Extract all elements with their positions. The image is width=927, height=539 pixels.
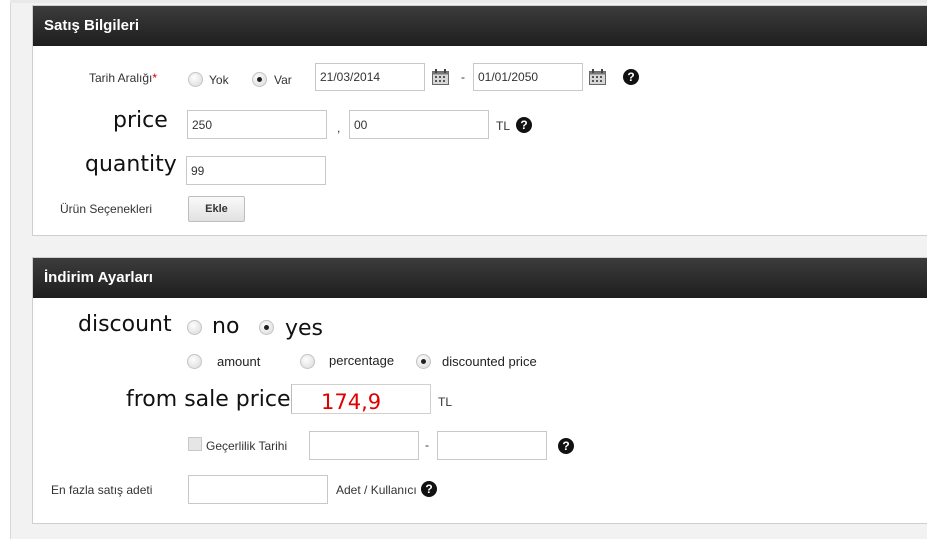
date-range-yes-label: Var [274, 73, 292, 87]
required-mark: * [152, 71, 158, 85]
price-currency: TL [496, 119, 511, 133]
product-options-label: Ürün Seçenekleri [60, 202, 153, 216]
max-sales-label: En fazla satış adeti [51, 483, 153, 497]
price-label: price [113, 108, 168, 133]
type-amount-label: amount [217, 354, 261, 369]
discount-yes-label: yes [285, 316, 324, 341]
type-percentage-radio[interactable] [300, 354, 315, 369]
type-discounted-price-label: discounted price [442, 354, 537, 369]
price-integer-input[interactable]: 250 [187, 110, 327, 139]
help-icon[interactable]: ? [516, 117, 532, 133]
calendar-icon[interactable] [589, 69, 606, 85]
date-range-no-label: Yok [209, 73, 229, 87]
validity-separator: - [425, 438, 429, 452]
add-option-button[interactable]: Ekle [188, 196, 245, 222]
max-sales-input[interactable] [188, 475, 328, 504]
discount-no-radio[interactable] [187, 320, 202, 335]
end-date-input[interactable]: 01/01/2050 [473, 63, 583, 91]
discount-label: discount [78, 312, 172, 337]
type-amount-radio[interactable] [187, 354, 202, 369]
quantity-label: quantity [85, 152, 177, 177]
calendar-icon[interactable] [432, 69, 449, 85]
sale-price-value: 174,9 [321, 390, 382, 414]
type-discounted-price-radio[interactable] [416, 354, 431, 369]
decimal-separator: , [337, 121, 341, 135]
help-icon[interactable]: ? [623, 69, 639, 85]
start-date-input[interactable]: 21/03/2014 [315, 63, 425, 91]
date-range-no-radio[interactable] [188, 72, 203, 87]
date-range-label-text: Tarih Aralığı [89, 71, 153, 85]
help-icon[interactable]: ? [558, 438, 574, 454]
validity-label: Geçerlilik Tarihi [206, 439, 288, 453]
discount-no-label: no [212, 314, 240, 339]
price-decimal-input[interactable]: 00 [349, 110, 489, 139]
top-edge-line [10, 0, 927, 3]
date-separator: - [461, 70, 465, 84]
type-percentage-label: percentage [329, 353, 395, 368]
sale-price-currency: TL [438, 395, 453, 409]
validity-checkbox[interactable] [188, 437, 202, 451]
date-range-label: Tarih Aralığı* [89, 71, 157, 85]
validity-end-input[interactable] [437, 431, 547, 460]
from-sale-price-label: from sale price [126, 387, 291, 412]
date-range-yes-radio[interactable] [252, 72, 267, 87]
validity-start-input[interactable] [309, 431, 419, 460]
discount-yes-radio[interactable] [259, 320, 274, 335]
left-edge-strip [0, 0, 11, 539]
quantity-input[interactable]: 99 [186, 156, 326, 185]
discount-settings-header: İndirim Ayarları [33, 258, 927, 298]
help-icon[interactable]: ? [421, 481, 437, 497]
sale-info-header: Satış Bilgileri [33, 6, 927, 46]
max-sales-unit: Adet / Kullanıcı [336, 483, 417, 497]
